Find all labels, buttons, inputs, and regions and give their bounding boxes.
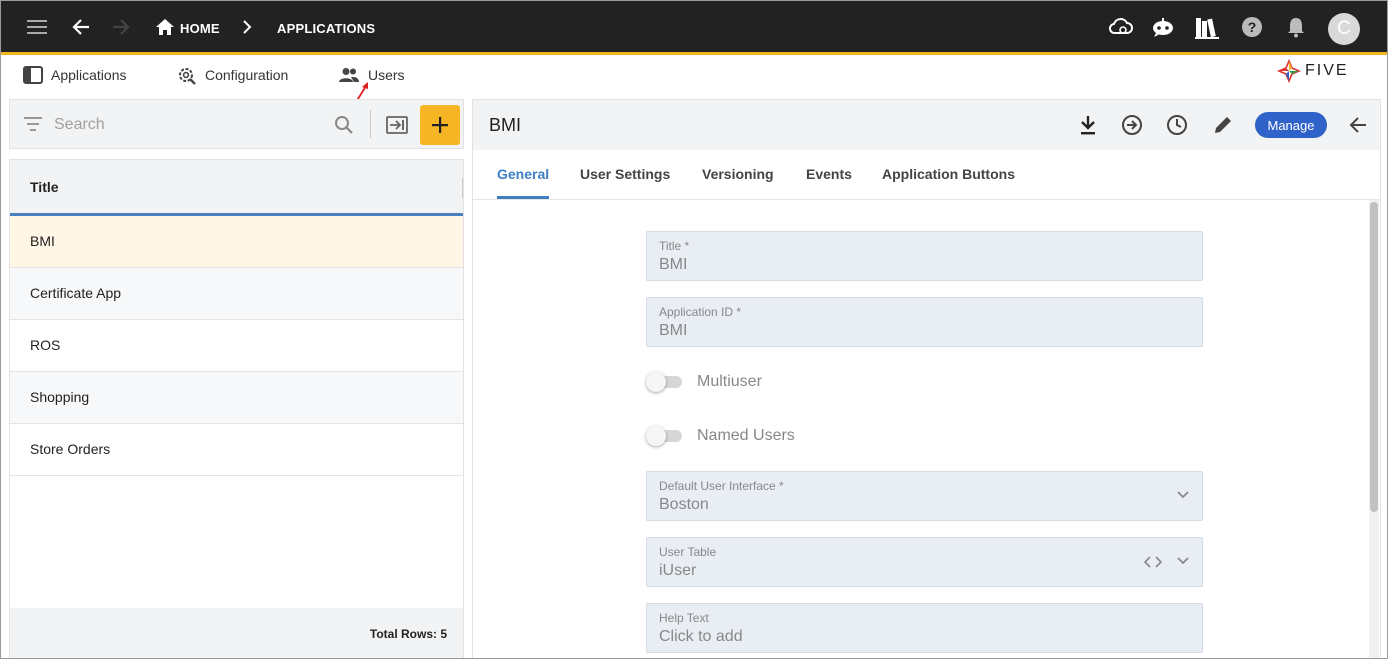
list-item[interactable]: Certificate App xyxy=(10,268,463,320)
svg-text:?: ? xyxy=(1248,19,1257,35)
search-bar xyxy=(9,99,464,149)
library-icon[interactable] xyxy=(1191,11,1223,43)
detail-panel: BMI Manage General User Settings Version… xyxy=(472,99,1381,658)
add-button[interactable] xyxy=(420,105,460,145)
application-list: Title BMI Certificate App ROS Shopping S… xyxy=(9,159,464,658)
menu-item-label: Users xyxy=(368,67,405,83)
title-field[interactable]: Title * BMI xyxy=(646,231,1203,281)
list-item[interactable]: ROS xyxy=(10,320,463,372)
field-label: Application ID * xyxy=(659,305,742,319)
list-item[interactable]: BMI xyxy=(10,216,463,268)
edit-icon[interactable] xyxy=(1210,112,1236,138)
scrollbar-thumb[interactable] xyxy=(1370,202,1378,512)
search-icon[interactable] xyxy=(334,115,354,135)
column-resize-handle[interactable] xyxy=(462,178,463,198)
plus-icon xyxy=(432,117,448,133)
detail-tabs: General User Settings Versioning Events … xyxy=(473,150,1380,200)
five-logo: FIVE xyxy=(1277,58,1367,84)
forward-arrow-icon[interactable] xyxy=(105,11,137,43)
user-table-select[interactable]: User Table iUser xyxy=(646,537,1203,587)
list-item-label: Shopping xyxy=(30,389,90,405)
list-item-label: Store Orders xyxy=(30,441,111,457)
list-item-label: Certificate App xyxy=(30,285,122,301)
multiuser-toggle[interactable] xyxy=(646,372,682,392)
cloud-gear-icon[interactable] xyxy=(1105,11,1137,43)
app-window: HOME APPLICATIONS ? C Applications Confi… xyxy=(0,0,1388,659)
back-arrow-icon[interactable] xyxy=(65,11,97,43)
breadcrumb-applications[interactable]: APPLICATIONS xyxy=(277,21,375,36)
help-text-field[interactable]: Help Text Click to add xyxy=(646,603,1203,653)
gear-wrench-icon xyxy=(179,68,196,85)
menu-item-applications[interactable]: Applications xyxy=(23,64,127,86)
active-tab-indicator xyxy=(497,196,549,199)
detail-header: BMI Manage xyxy=(473,100,1380,150)
home-icon[interactable] xyxy=(149,11,181,43)
field-label: Default User Interface * xyxy=(659,479,784,493)
field-value: iUser xyxy=(659,562,697,579)
top-bar: HOME APPLICATIONS ? C xyxy=(1,1,1387,55)
column-header-title: Title xyxy=(30,179,59,195)
logo-text: FIVE xyxy=(1305,62,1349,79)
tab-general[interactable]: General xyxy=(497,166,549,182)
field-value: BMI xyxy=(659,256,688,273)
default-user-interface-select[interactable]: Default User Interface * Boston xyxy=(646,471,1203,521)
named-users-label: Named Users xyxy=(697,427,795,444)
menu-item-label: Applications xyxy=(51,67,127,83)
scrollbar[interactable] xyxy=(1369,200,1379,658)
menu-item-label: Configuration xyxy=(205,67,289,83)
field-value: BMI xyxy=(659,322,688,339)
back-arrow-icon[interactable] xyxy=(1345,112,1371,138)
chevron-down-icon[interactable] xyxy=(1176,554,1190,568)
import-icon[interactable] xyxy=(386,115,408,135)
list-footer: Total Rows: 5 xyxy=(10,608,463,658)
search-input[interactable] xyxy=(54,112,324,138)
filter-icon[interactable] xyxy=(24,117,42,131)
list-item-label: ROS xyxy=(30,337,61,353)
divider xyxy=(370,110,371,138)
list-header[interactable]: Title xyxy=(10,160,463,216)
history-icon[interactable] xyxy=(1164,112,1190,138)
field-label: User Table xyxy=(659,545,717,559)
breadcrumb-home[interactable]: HOME xyxy=(180,21,220,36)
chevron-right-icon xyxy=(231,11,263,43)
list-item[interactable]: Store Orders xyxy=(10,424,463,476)
general-form: Title * BMI Application ID * BMI Multius… xyxy=(473,200,1380,658)
tab-versioning[interactable]: Versioning xyxy=(702,166,774,182)
download-icon[interactable] xyxy=(1075,112,1101,138)
menu-item-configuration[interactable]: Configuration xyxy=(177,64,288,86)
field-value: Boston xyxy=(659,496,709,513)
bell-icon[interactable] xyxy=(1280,11,1312,43)
field-label: Title * xyxy=(659,239,690,253)
field-label: Help Text xyxy=(659,611,709,625)
field-value: Click to add xyxy=(659,628,743,645)
tab-user-settings[interactable]: User Settings xyxy=(580,166,670,182)
code-icon[interactable] xyxy=(1144,556,1162,568)
tab-application-buttons[interactable]: Application Buttons xyxy=(882,166,1015,182)
main-menu: Applications Configuration Users FIVE xyxy=(1,58,1387,108)
list-item[interactable]: Shopping xyxy=(10,372,463,424)
total-rows: Total Rows: 5 xyxy=(369,627,447,641)
chat-bot-icon[interactable] xyxy=(1147,11,1179,43)
multiuser-label: Multiuser xyxy=(697,373,762,390)
tab-events[interactable]: Events xyxy=(806,166,852,182)
avatar[interactable]: C xyxy=(1328,13,1360,45)
list-item-label: BMI xyxy=(30,233,55,249)
panel-icon xyxy=(23,66,43,84)
help-icon[interactable]: ? xyxy=(1236,11,1268,43)
chevron-down-icon[interactable] xyxy=(1176,488,1190,502)
named-users-toggle[interactable] xyxy=(646,426,682,446)
detail-title: BMI xyxy=(489,115,522,135)
export-icon[interactable] xyxy=(1119,112,1145,138)
manage-button[interactable]: Manage xyxy=(1255,112,1327,138)
menu-icon[interactable] xyxy=(21,11,53,43)
application-id-field[interactable]: Application ID * BMI xyxy=(646,297,1203,347)
